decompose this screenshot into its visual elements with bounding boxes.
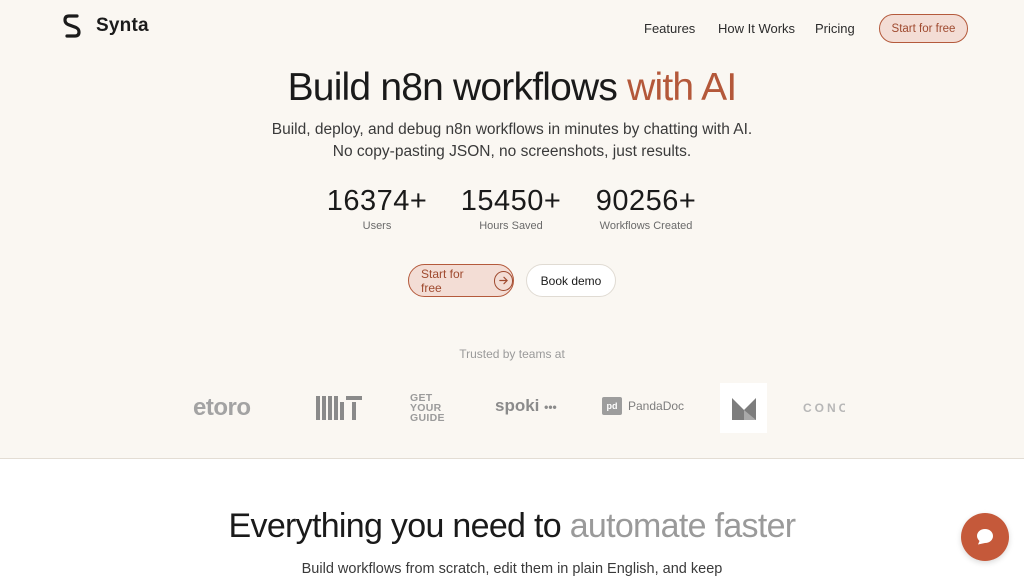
hero-subtitle-line2: No copy-pasting JSON, no screenshots, ju… bbox=[332, 143, 692, 160]
logo-pandadoc-text: PandaDoc bbox=[628, 399, 685, 413]
stat-users: 16374+ Users bbox=[307, 185, 447, 232]
stat-value: 16374+ bbox=[326, 185, 428, 217]
hero-title: Build n8n workflows with AI bbox=[0, 66, 1024, 110]
logo-pandadoc: pd PandaDoc bbox=[602, 397, 684, 415]
chat-widget-button[interactable] bbox=[961, 513, 1009, 561]
logo-etoro: etoro bbox=[193, 394, 251, 421]
hero-subtitle-line1: Build, deploy, and debug n8n workflows i… bbox=[271, 121, 753, 138]
stat-label: Users bbox=[362, 220, 392, 232]
book-demo-button[interactable]: Book demo bbox=[526, 264, 616, 297]
stat-value: 15450+ bbox=[460, 185, 562, 217]
logo-m bbox=[720, 383, 767, 433]
hero-title-main: Build n8n workflows bbox=[287, 66, 618, 109]
stat-label: Hours Saved bbox=[479, 220, 543, 232]
brand-name: Synta bbox=[96, 15, 149, 36]
logo-conc: CONC bbox=[803, 401, 845, 415]
brand[interactable]: Synta bbox=[62, 14, 149, 38]
logo-get-your-guide: GET YOUR GUIDE bbox=[410, 392, 445, 424]
logo-mit bbox=[316, 396, 362, 425]
hero-section: Synta Features How It Works Pricing Star… bbox=[0, 0, 1024, 459]
arrow-right-icon bbox=[493, 270, 513, 291]
features-section-title: Everything you need to automate faster bbox=[0, 507, 1024, 546]
nav-start-for-free-button[interactable]: Start for free bbox=[879, 14, 968, 43]
stat-hours-saved: 15450+ Hours Saved bbox=[441, 185, 581, 232]
hero-start-for-free-label: Start for free bbox=[421, 266, 464, 295]
trusted-by-label: Trusted by teams at bbox=[459, 347, 565, 361]
nav-link-how-it-works[interactable]: How It Works bbox=[718, 21, 795, 36]
stat-workflows-created: 90256+ Workflows Created bbox=[576, 185, 716, 232]
stat-value: 90256+ bbox=[595, 185, 697, 217]
logo-spoki-text: spoki bbox=[495, 396, 540, 415]
features-title-muted: automate faster bbox=[569, 507, 796, 545]
logo-spoki: spoki ••• bbox=[495, 396, 557, 415]
chat-bubble-icon bbox=[977, 529, 993, 545]
synta-s-logo-icon bbox=[63, 14, 81, 38]
stat-label: Workflows Created bbox=[599, 220, 693, 232]
nav-link-features[interactable]: Features bbox=[644, 21, 695, 36]
hero-start-for-free-button[interactable]: Start for free bbox=[408, 264, 514, 297]
features-title-main: Everything you need to bbox=[228, 507, 562, 545]
features-section-subtitle: Build workflows from scratch, edit them … bbox=[301, 561, 723, 576]
nav-link-pricing[interactable]: Pricing bbox=[815, 21, 855, 36]
pandadoc-mark-icon: pd bbox=[602, 397, 622, 415]
hero-title-accent: with AI bbox=[627, 66, 737, 109]
